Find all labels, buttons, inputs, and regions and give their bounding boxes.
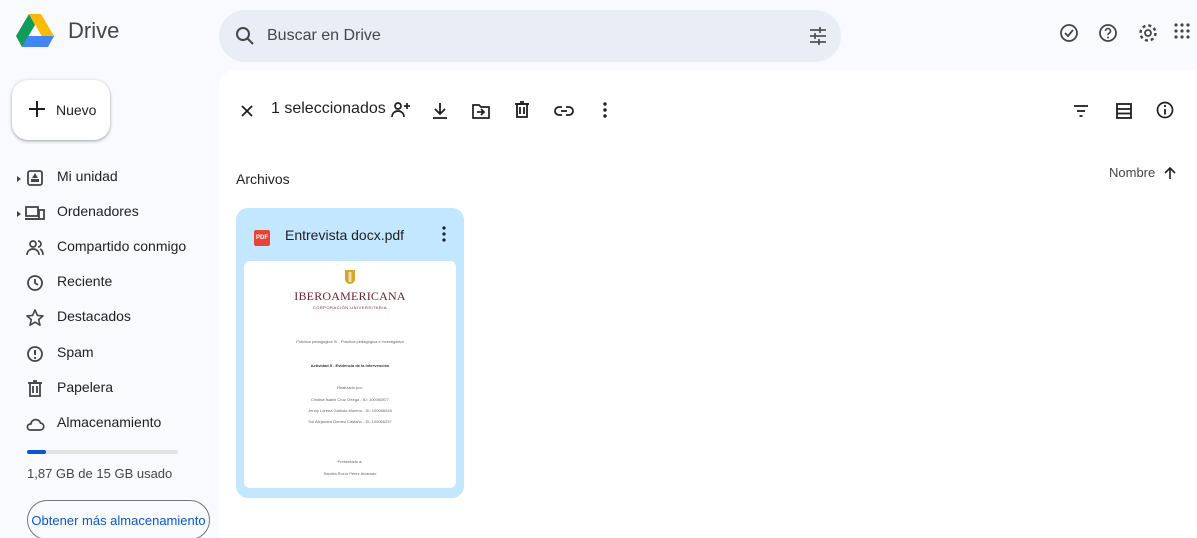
thumbnail-line: Sandra Rocío Pérez Alvarado [323, 471, 377, 476]
new-button[interactable]: Nuevo [12, 80, 110, 140]
more-vert-icon[interactable] [436, 224, 452, 244]
help-icon[interactable] [1097, 22, 1121, 46]
search-icon[interactable] [235, 26, 255, 46]
sidebar-item-recent[interactable]: Reciente [16, 271, 206, 299]
trash-icon [25, 379, 45, 399]
thumbnail-line: Sol Alejandra Gómez Castaño - ID: 100066… [308, 419, 392, 424]
tune-icon[interactable] [808, 26, 828, 46]
thumbnail-brand: IBEROAMERICANA [294, 289, 406, 303]
sidebar-item-label: Reciente [57, 273, 113, 289]
new-button-label: Nuevo [56, 102, 97, 118]
info-icon[interactable] [1155, 100, 1175, 120]
arrow-up-icon[interactable] [1163, 166, 1177, 180]
sort-label: Nombre [1109, 165, 1156, 180]
share-person-icon[interactable] [391, 100, 411, 120]
sidebar-item-label: Compartido conmigo [57, 238, 187, 254]
thumbnail-brand-sub: CORPORACIÓN UNIVERSITARIA [312, 305, 388, 310]
link-icon[interactable] [554, 101, 574, 121]
sidebar-item-starred[interactable]: Destacados [16, 306, 206, 334]
selection-count: 1 seleccionados [271, 100, 386, 117]
main-content: 1 seleccionados Archivos Nombre PDF Entr… [219, 70, 1197, 538]
file-thumbnail[interactable]: IBEROAMERICANA CORPORACIÓN UNIVERSITARIA… [244, 261, 456, 488]
app-name: Drive [68, 17, 120, 43]
search-input[interactable] [267, 24, 787, 48]
file-card[interactable]: PDF Entrevista docx.pdf IBEROAMERICANA C… [236, 208, 464, 498]
my-drive-icon [25, 168, 45, 188]
storage-usage-bar [27, 450, 178, 454]
sidebar-item-shared[interactable]: Compartido conmigo [16, 236, 206, 264]
expand-arrow-icon[interactable] [16, 209, 22, 219]
thumbnail-line: Jenny Lorena Galindo Moreno - ID: 100066… [308, 408, 392, 413]
filter-icon[interactable] [1071, 101, 1091, 121]
drive-logo-link[interactable]: Drive [16, 14, 119, 47]
university-shield-logo [344, 269, 356, 287]
trash-icon[interactable] [512, 100, 532, 120]
get-more-storage-button[interactable]: Obtener más almacenamiento [27, 500, 210, 538]
sidebar-item-trash[interactable]: Papelera [16, 377, 206, 405]
spam-icon [25, 344, 45, 364]
download-icon[interactable] [430, 101, 450, 121]
sidebar-item-label: Destacados [57, 308, 131, 324]
cloud-icon [25, 414, 45, 434]
more-vert-icon[interactable] [595, 100, 615, 120]
sidebar-item-label: Ordenadores [57, 203, 139, 219]
plus-icon [27, 99, 47, 119]
expand-arrow-icon[interactable] [16, 174, 22, 184]
thumbnail-line: Presentado a: [337, 459, 363, 464]
sidebar-item-label: Papelera [57, 379, 114, 395]
sidebar-item-label: Spam [57, 344, 94, 360]
sidebar-item-my-drive[interactable]: Mi unidad [16, 166, 206, 194]
file-name: Entrevista docx.pdf [285, 227, 405, 243]
sidebar-item-label: Almacenamiento [57, 414, 162, 430]
star-icon [25, 308, 45, 328]
sidebar-item-label: Mi unidad [57, 168, 118, 184]
close-icon[interactable] [239, 103, 259, 123]
thumbnail-line: Cristina Isabel Cruz Ortega - ID: 100060… [310, 397, 390, 402]
list-view-icon[interactable] [1114, 101, 1134, 121]
sidebar-item-spam[interactable]: Spam [16, 342, 206, 370]
computers-icon [25, 203, 45, 223]
storage-usage-fill [27, 450, 46, 454]
pdf-file-icon: PDF [254, 230, 270, 246]
sidebar-item-computers[interactable]: Ordenadores [16, 201, 206, 229]
storage-usage-text: 1,87 GB de 15 GB usado [27, 466, 173, 481]
thumbnail-line: Práctica pedagógica IV - Práctica pedagó… [296, 339, 404, 344]
thumbnail-line: Actividad 5 - Evidencia de la intervenci… [310, 363, 390, 368]
offline-status-icon[interactable] [1058, 22, 1082, 46]
drive-logo-icon [16, 14, 54, 47]
settings-icon[interactable] [1137, 22, 1161, 46]
sidebar-item-storage[interactable]: Almacenamiento [16, 412, 206, 440]
sort-by-name[interactable]: Nombre [1109, 165, 1177, 180]
shared-icon [25, 238, 45, 258]
clock-icon [25, 273, 45, 293]
search-bar[interactable] [219, 10, 841, 62]
move-to-folder-icon[interactable] [471, 101, 491, 121]
section-title: Archivos [236, 171, 290, 187]
thumbnail-line: Realizado por: [337, 385, 363, 390]
apps-grid-icon[interactable] [1173, 22, 1197, 46]
